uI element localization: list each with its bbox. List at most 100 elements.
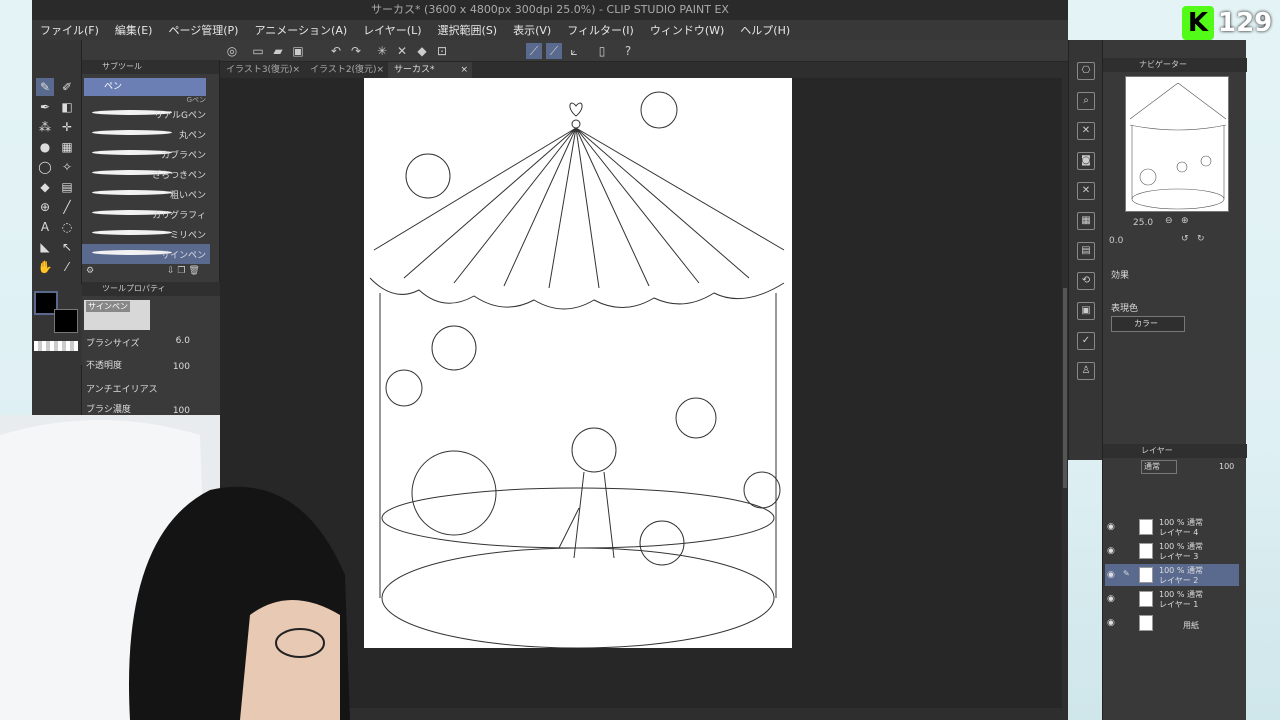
camera-icon[interactable]: ◙ xyxy=(1077,152,1095,170)
person-icon[interactable]: ♙ xyxy=(1077,362,1095,380)
text-tool-icon[interactable]: A xyxy=(36,218,54,236)
grid-panel-icon[interactable]: ▦ xyxy=(1077,212,1095,230)
layer-row-paper[interactable]: ◉ 用紙 xyxy=(1105,612,1239,634)
layer-opacity-value[interactable]: 100 xyxy=(1219,462,1234,471)
hand-tool-icon[interactable]: ✋ xyxy=(36,258,54,276)
layer-row[interactable]: ◉ 100 % 通常 レイヤー 4 xyxy=(1105,516,1239,538)
line-tool-icon[interactable]: ╱ xyxy=(58,198,76,216)
tab-circus[interactable]: サーカス* × xyxy=(388,62,472,78)
layer-row-selected[interactable]: ◉ ✎ 100 % 通常 レイヤー 2 xyxy=(1105,564,1239,586)
subtool-copy-icon[interactable]: ❐ xyxy=(177,266,185,276)
zoom-tool-icon[interactable]: ⊕ xyxy=(36,198,54,216)
tab-close-icon[interactable]: × xyxy=(460,62,468,78)
scroll-thumb[interactable] xyxy=(1063,288,1067,488)
new-file-icon[interactable]: ▭ xyxy=(250,43,266,59)
page-icon[interactable]: ▤ xyxy=(1077,242,1095,260)
zoom-out-icon[interactable]: ⊖ xyxy=(1165,216,1173,226)
eye-icon[interactable]: ◉ xyxy=(1107,618,1115,628)
menu-edit[interactable]: 編集(E) xyxy=(107,22,161,38)
antialias-row[interactable]: アンチエイリアス xyxy=(86,382,212,398)
balloon-tool-icon[interactable]: ◌ xyxy=(58,218,76,236)
rotate-left-icon[interactable]: ↺ xyxy=(1181,234,1189,244)
save-icon[interactable]: ▣ xyxy=(290,43,306,59)
menu-layer[interactable]: レイヤー(L) xyxy=(355,22,429,38)
fill-tool-icon[interactable]: ◆ xyxy=(36,178,54,196)
sub-color-swatch[interactable] xyxy=(54,309,78,333)
pencil-tool-icon[interactable]: ✐ xyxy=(58,78,76,96)
pen-item[interactable]: 粗いペン xyxy=(82,184,210,204)
pen-item[interactable]: ざらつきペン xyxy=(82,164,210,184)
decoration-tool-icon[interactable]: ⁂ xyxy=(36,118,54,136)
stabilizer-icon[interactable]: ⟋ xyxy=(526,43,542,59)
pen-item[interactable]: カブラペン xyxy=(82,144,210,164)
grid-tool-icon[interactable]: ▦ xyxy=(58,138,76,156)
loading-icon[interactable]: ✳ xyxy=(374,43,390,59)
frame-tool-icon[interactable]: ◣ xyxy=(36,238,54,256)
canvas-paper[interactable] xyxy=(364,78,792,648)
opacity-row[interactable]: 不透明度 100 xyxy=(86,358,212,374)
menu-view[interactable]: 表示(V) xyxy=(505,22,559,38)
brush-tool-icon[interactable]: ✒ xyxy=(36,98,54,116)
move-tool-icon[interactable]: ✛ xyxy=(58,118,76,136)
erase-icon[interactable]: ✕ xyxy=(394,43,410,59)
menu-page[interactable]: ページ管理(P) xyxy=(160,22,246,38)
navigator-thumbnail[interactable] xyxy=(1125,76,1229,212)
opacity-value[interactable]: 100 xyxy=(173,362,190,372)
gradient-tool-icon[interactable]: ▤ xyxy=(58,178,76,196)
eye-icon[interactable]: ◉ xyxy=(1107,570,1115,580)
undo-icon[interactable]: ↶ xyxy=(328,43,344,59)
subtool-download-icon[interactable]: ⇩ xyxy=(167,266,175,276)
layer-prop-icon[interactable]: ▣ xyxy=(1077,302,1095,320)
rotate-right-icon[interactable]: ↻ xyxy=(1197,234,1205,244)
magic-wand-icon[interactable]: ✧ xyxy=(58,158,76,176)
pen-tool-icon[interactable]: ✎ xyxy=(36,78,54,96)
subtool-delete-icon[interactable]: 🗑 xyxy=(188,266,199,276)
pen-item[interactable]: カリグラフィ xyxy=(82,204,210,224)
expression-color-select[interactable]: カラー xyxy=(1111,316,1185,332)
material-icon[interactable]: ✕ xyxy=(1077,122,1095,140)
menu-file[interactable]: ファイル(F) xyxy=(32,22,107,38)
navigator-icon[interactable]: ⎔ xyxy=(1077,62,1095,80)
tab-illust3[interactable]: イラスト3(復元) × xyxy=(220,62,304,78)
eye-icon[interactable]: ◉ xyxy=(1107,522,1115,532)
pen-item[interactable]: ミリペン xyxy=(82,224,210,244)
tab-close-icon[interactable]: × xyxy=(292,62,300,78)
blend-mode-select[interactable]: 通常 xyxy=(1141,460,1177,474)
transparent-color-swatch[interactable] xyxy=(34,341,78,351)
eye-icon[interactable]: ◉ xyxy=(1107,546,1115,556)
layer-row[interactable]: ◉ 100 % 通常 レイヤー 3 xyxy=(1105,540,1239,562)
zoom-in-icon[interactable]: ⊕ xyxy=(1181,216,1189,226)
close-panel-icon[interactable]: ✕ xyxy=(1077,182,1095,200)
pen-item[interactable]: 丸ペン xyxy=(82,124,210,144)
history-icon[interactable]: ⟲ xyxy=(1077,272,1095,290)
subtool-group-pen[interactable]: ペン xyxy=(84,78,206,96)
blend-tool-icon[interactable]: ● xyxy=(36,138,54,156)
pen-item-selected[interactable]: サインペン xyxy=(82,244,210,264)
search-icon[interactable]: ⌕ xyxy=(1077,92,1095,110)
brush-size-value[interactable]: 6.0 xyxy=(176,336,190,346)
tab-illust2[interactable]: イラスト2(復元) × xyxy=(304,62,388,78)
menu-window[interactable]: ウィンドウ(W) xyxy=(642,22,732,38)
menu-selection[interactable]: 選択範囲(S) xyxy=(430,22,506,38)
transform-icon[interactable]: ⊡ xyxy=(434,43,450,59)
redo-icon[interactable]: ↷ xyxy=(348,43,364,59)
navigator-rotation-value[interactable]: 0.0 xyxy=(1109,236,1123,246)
help-icon[interactable]: ? xyxy=(620,43,636,59)
open-folder-icon[interactable]: ▰ xyxy=(270,43,286,59)
fill-icon[interactable]: ◆ xyxy=(414,43,430,59)
layer-row[interactable]: ◉ 100 % 通常 レイヤー 1 xyxy=(1105,588,1239,610)
pen-item[interactable]: リアルGペン xyxy=(82,104,210,124)
device-icon[interactable]: ▯ xyxy=(594,43,610,59)
eraser-tool-icon[interactable]: ◧ xyxy=(58,98,76,116)
eyedropper-tool-icon[interactable]: ⁄ xyxy=(58,258,76,276)
brush-size-row[interactable]: ブラシサイズ 6.0 xyxy=(86,336,212,352)
check-icon[interactable]: ✓ xyxy=(1077,332,1095,350)
snap-icon[interactable]: ⟋ xyxy=(546,43,562,59)
clip-studio-icon[interactable]: ◎ xyxy=(224,43,240,59)
tab-close-icon[interactable]: × xyxy=(376,62,384,78)
subtool-settings-icon[interactable]: ⚙ xyxy=(86,266,94,276)
operation-tool-icon[interactable]: ↖ xyxy=(58,238,76,256)
menu-animation[interactable]: アニメーション(A) xyxy=(246,22,355,38)
menu-filter[interactable]: フィルター(I) xyxy=(559,22,642,38)
navigator-zoom-value[interactable]: 25.0 xyxy=(1133,218,1153,228)
